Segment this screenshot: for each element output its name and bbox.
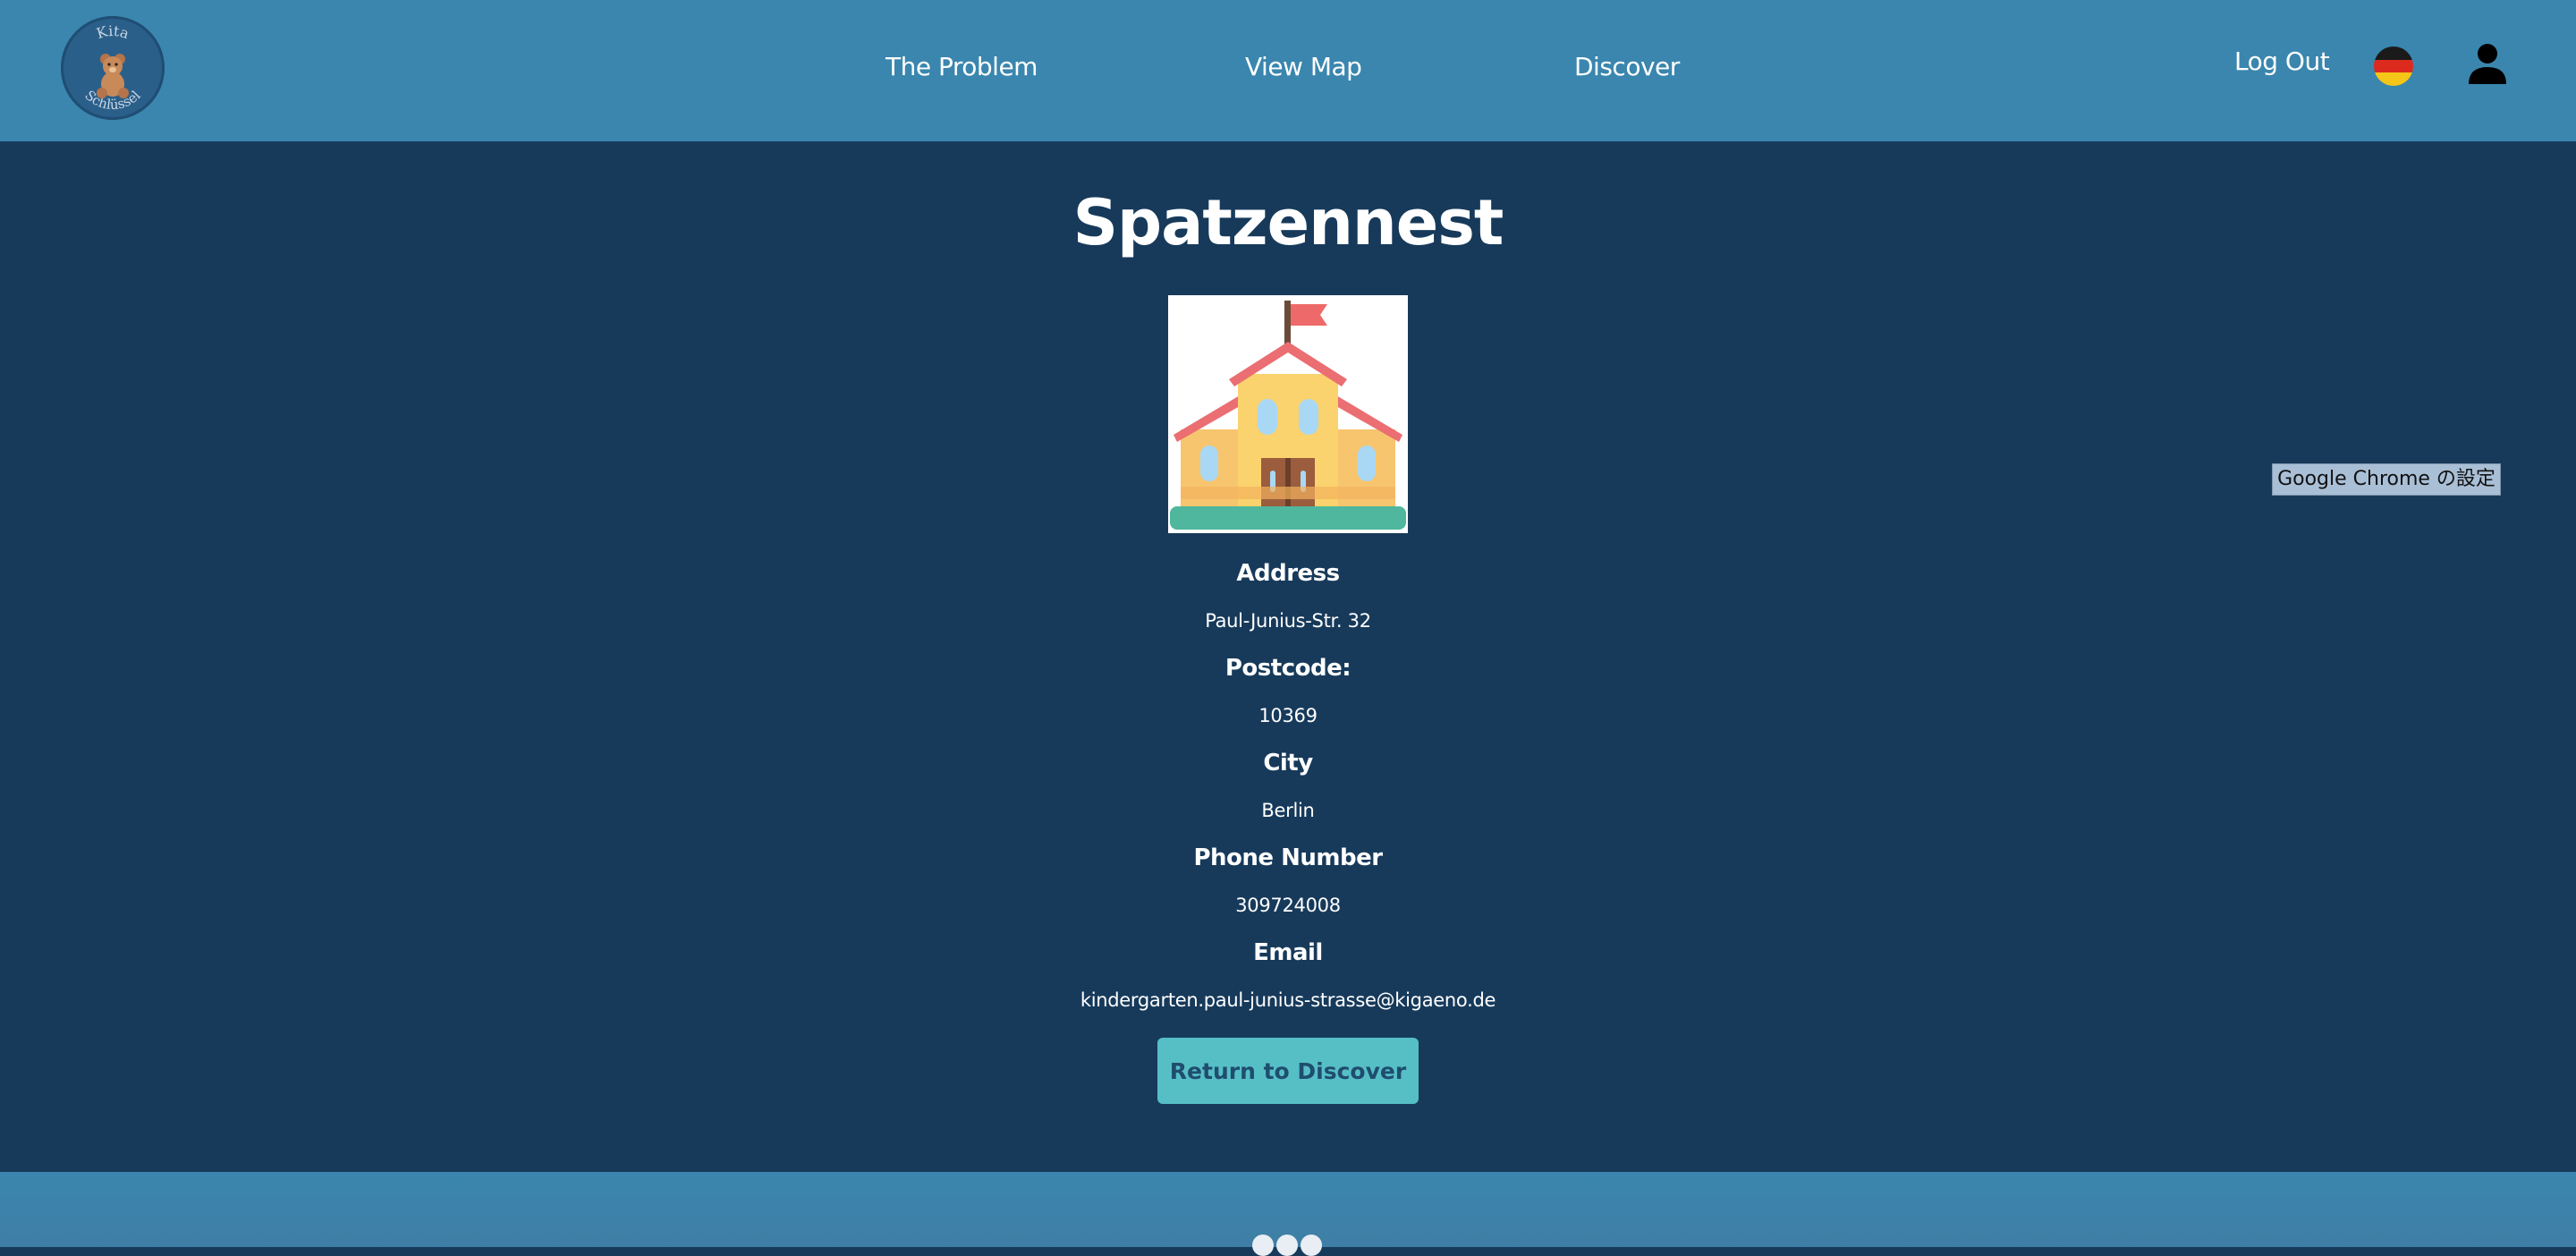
- user-icon[interactable]: [2467, 43, 2508, 86]
- chrome-settings-tooltip[interactable]: Google Chrome の設定: [2272, 463, 2501, 496]
- footer: [0, 1172, 2576, 1256]
- return-to-discover-button[interactable]: Return to Discover: [1157, 1038, 1419, 1104]
- twitter-icon[interactable]: [1276, 1235, 1298, 1256]
- phone-value: 309724008: [1235, 895, 1341, 916]
- postcode-label: Postcode:: [1224, 655, 1352, 682]
- nav-view-map[interactable]: View Map: [1245, 52, 1362, 81]
- kita-schluessel-logo[interactable]: Kita Schlüssel: [61, 16, 165, 120]
- svg-text:Kita: Kita: [95, 22, 132, 42]
- german-flag-icon[interactable]: [2374, 47, 2413, 86]
- logo-text-top: Kita: [95, 22, 132, 42]
- address-value: Paul-Junius-Str. 32: [1205, 610, 1371, 632]
- city-value: Berlin: [1261, 800, 1315, 821]
- instagram-icon[interactable]: [1301, 1235, 1322, 1256]
- email-label: Email: [1253, 939, 1323, 966]
- postcode-value: 10369: [1258, 705, 1318, 726]
- phone-label: Phone Number: [1193, 844, 1383, 871]
- kita-detail: Spatzennest Address Paul-Junius-Str. 32 …: [0, 141, 2576, 1172]
- logout-link[interactable]: Log Out: [2234, 47, 2330, 76]
- email-value: kindergarten.paul-junius-strasse@kigaeno…: [1080, 989, 1496, 1011]
- top-navbar: Kita Schlüssel The Problem View Map Disc…: [0, 0, 2576, 141]
- address-label: Address: [1236, 560, 1340, 587]
- nav-the-problem[interactable]: The Problem: [886, 52, 1038, 81]
- nav-discover[interactable]: Discover: [1574, 52, 1680, 81]
- facebook-icon[interactable]: [1252, 1235, 1274, 1256]
- school-building-icon: [1168, 295, 1408, 533]
- page-title: Spatzennest: [1072, 186, 1504, 259]
- teddy-bear-icon: [97, 54, 129, 98]
- city-label: City: [1263, 750, 1313, 777]
